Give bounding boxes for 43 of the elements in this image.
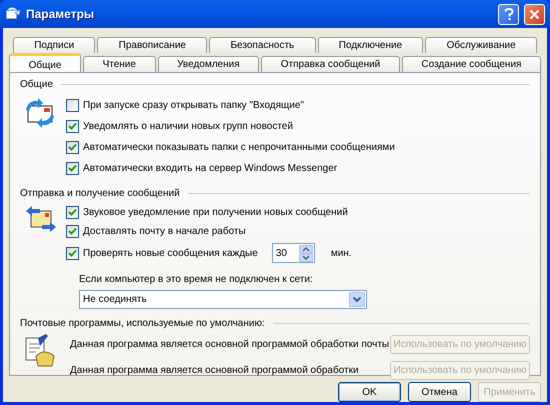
section-title: Почтовые программы, используемые по умолчанию:	[20, 316, 265, 330]
checkbox[interactable]	[66, 162, 79, 174]
tab[interactable]: Обслуживание	[425, 37, 537, 53]
spin-arrows-icon[interactable]	[298, 244, 313, 262]
close-icon	[529, 8, 540, 20]
tab[interactable]: Чтение	[83, 56, 156, 72]
tab[interactable]: Общие	[9, 53, 82, 72]
checkbox-label: Звуковое уведомление при получении новых сообщений	[83, 206, 348, 220]
mail-exchange-icon	[24, 205, 58, 235]
app-icon	[5, 6, 21, 22]
checkbox[interactable]	[66, 206, 79, 218]
question-mark-icon	[504, 8, 514, 20]
tab[interactable]: Создание сообщения	[402, 56, 542, 72]
program-status-text: Данная программа является основной программой обработки почты	[70, 338, 390, 352]
window-title: Параметры	[26, 6, 96, 23]
close-button[interactable]	[524, 4, 545, 24]
checkbox-label: Автоматически входить на сервер Windows Messenger	[83, 162, 338, 176]
checkbox-label: При запуске сразу открывать папку "Входящие"	[83, 98, 304, 112]
tab[interactable]: Подключение	[318, 37, 424, 53]
help-button[interactable]	[498, 4, 519, 24]
dialog-button[interactable]: Отмена	[408, 382, 471, 402]
unit-label: мин.	[330, 246, 352, 260]
tab[interactable]: Правописание	[97, 37, 208, 53]
offline-dropdown[interactable]: Не соединять	[79, 290, 367, 309]
checkbox-label: Проверять новые сообщения каждые	[83, 246, 258, 260]
checkbox-label: Автоматически показывать папки с непрочитанными сообщениями	[83, 140, 395, 154]
section-title: Отправка и получение сообщений	[20, 186, 180, 200]
checkbox[interactable]	[66, 246, 79, 260]
checkbox[interactable]	[66, 120, 79, 132]
tab[interactable]: Уведомления	[158, 56, 260, 72]
program-status-text: Данная программа является основной программой обработки	[70, 364, 360, 378]
checkbox[interactable]	[66, 98, 79, 112]
minutes-spinner[interactable]: 30	[272, 243, 315, 263]
checkbox-label: Уведомлять о наличии новых групп новостей	[83, 120, 293, 134]
checkbox[interactable]	[66, 224, 79, 238]
offline-label: Если компьютер в это время не подключен к сети:	[79, 273, 314, 287]
checkbox[interactable]	[66, 140, 79, 154]
tab[interactable]: Безопасность	[209, 37, 316, 53]
section-title: Общие	[20, 78, 53, 92]
dialog-button[interactable]: OK	[338, 382, 401, 402]
tab[interactable]: Отправка сообщений	[261, 56, 400, 72]
checkbox-label: Доставлять почту в начале работы	[83, 224, 246, 238]
tab[interactable]: Подписи	[13, 37, 96, 53]
